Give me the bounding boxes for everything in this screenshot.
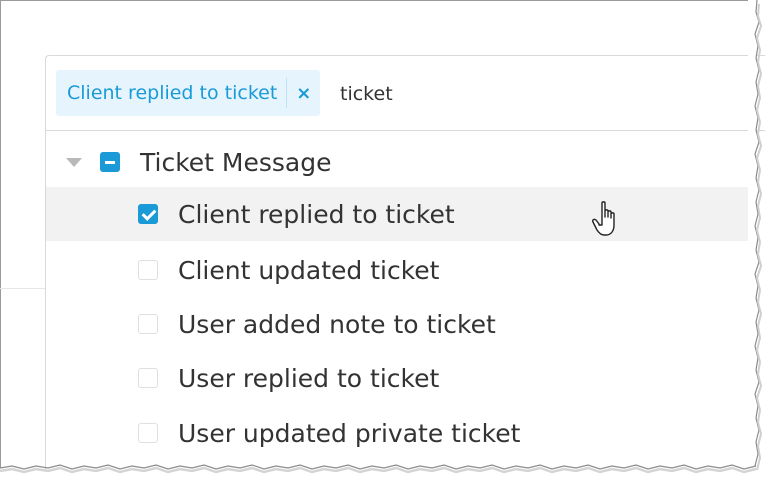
selected-tag: Client replied to ticket ×	[56, 70, 321, 116]
tag-remove-close-icon[interactable]: ×	[287, 83, 320, 104]
background-divider	[0, 288, 46, 289]
item-checkbox[interactable]	[138, 423, 158, 443]
item-checkbox[interactable]	[138, 204, 158, 224]
event-select-input[interactable]: Client replied to ticket ×	[45, 55, 765, 131]
tree-item-client-updated[interactable]: Client updated ticket	[46, 243, 751, 297]
item-label: Client updated ticket	[178, 255, 440, 285]
tree-item-user-replied[interactable]: User replied to ticket	[46, 351, 751, 405]
group-label: Ticket Message	[140, 147, 332, 177]
item-label: User updated private ticket	[178, 418, 521, 448]
group-checkbox[interactable]	[100, 152, 120, 172]
selected-tag-label: Client replied to ticket	[56, 78, 288, 108]
item-label: User replied to ticket	[178, 363, 440, 393]
search-input[interactable]	[340, 78, 580, 110]
item-label: User added note to ticket	[178, 309, 496, 339]
caret-down-icon[interactable]	[66, 157, 82, 167]
item-checkbox[interactable]	[138, 260, 158, 280]
tree-item-user-added-note[interactable]: User added note to ticket	[46, 297, 751, 351]
dropdown-tree: Ticket Message Client replied to ticket …	[45, 131, 765, 471]
tree-group-ticket-message[interactable]: Ticket Message	[46, 139, 751, 185]
item-checkbox[interactable]	[138, 314, 158, 334]
item-label: Client replied to ticket	[178, 199, 455, 229]
tree-item-user-updated-private[interactable]: User updated private ticket	[46, 406, 751, 460]
item-checkbox[interactable]	[138, 368, 158, 388]
tree-item-client-replied[interactable]: Client replied to ticket	[46, 187, 751, 241]
